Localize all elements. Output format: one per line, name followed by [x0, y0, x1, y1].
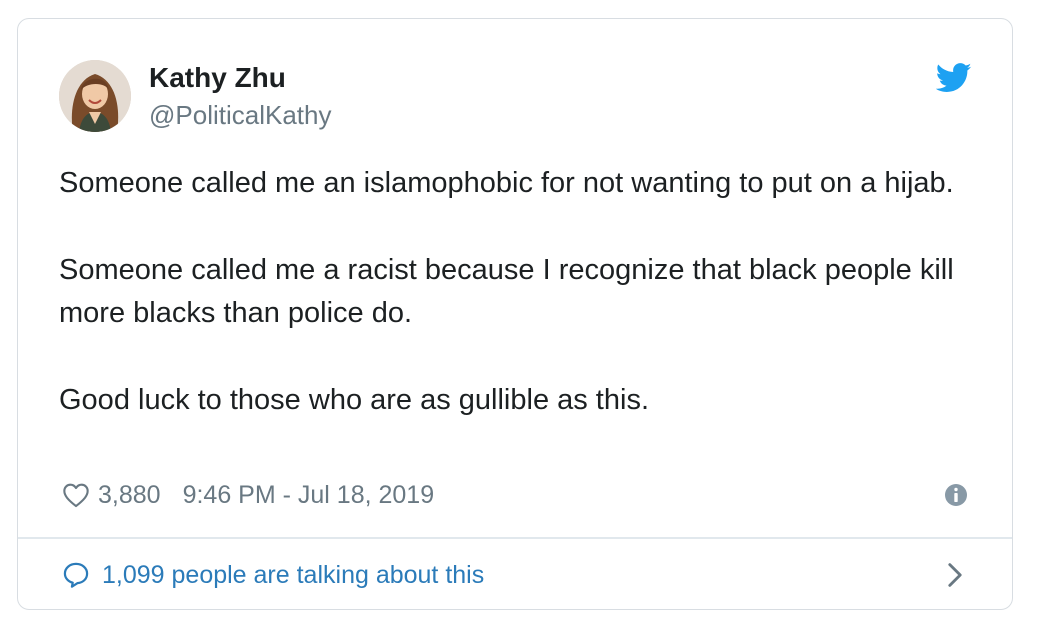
heart-icon[interactable] — [62, 482, 90, 508]
twitter-bird-icon[interactable] — [936, 63, 972, 93]
user-handle[interactable]: @PoliticalKathy — [149, 100, 331, 131]
chevron-right-icon[interactable] — [946, 562, 964, 588]
conversation-link[interactable]: 1,099 people are talking about this — [62, 559, 484, 591]
tweet-text: Someone called me an islamophobic for no… — [59, 162, 979, 466]
tweet-paragraph-1: Someone called me an islamophobic for no… — [59, 167, 954, 199]
conversation-label[interactable]: 1,099 people are talking about this — [102, 561, 484, 590]
speech-bubble-icon — [63, 562, 89, 588]
avatar[interactable] — [59, 60, 131, 132]
tweet-card: Kathy Zhu @PoliticalKathy Someone called… — [17, 18, 1013, 610]
info-icon[interactable] — [944, 483, 968, 507]
divider — [18, 537, 1012, 539]
tweet-paragraph-2: Someone called me a racist because I rec… — [59, 254, 954, 329]
avatar-image — [59, 60, 131, 132]
tweet-paragraph-3: Good luck to those who are as gullible a… — [59, 384, 649, 416]
like-count[interactable]: 3,880 — [98, 481, 161, 510]
timestamp[interactable]: 9:46 PM - Jul 18, 2019 — [183, 481, 435, 510]
display-name[interactable]: Kathy Zhu — [149, 62, 286, 94]
tweet-meta: 3,880 9:46 PM - Jul 18, 2019 — [62, 480, 434, 510]
